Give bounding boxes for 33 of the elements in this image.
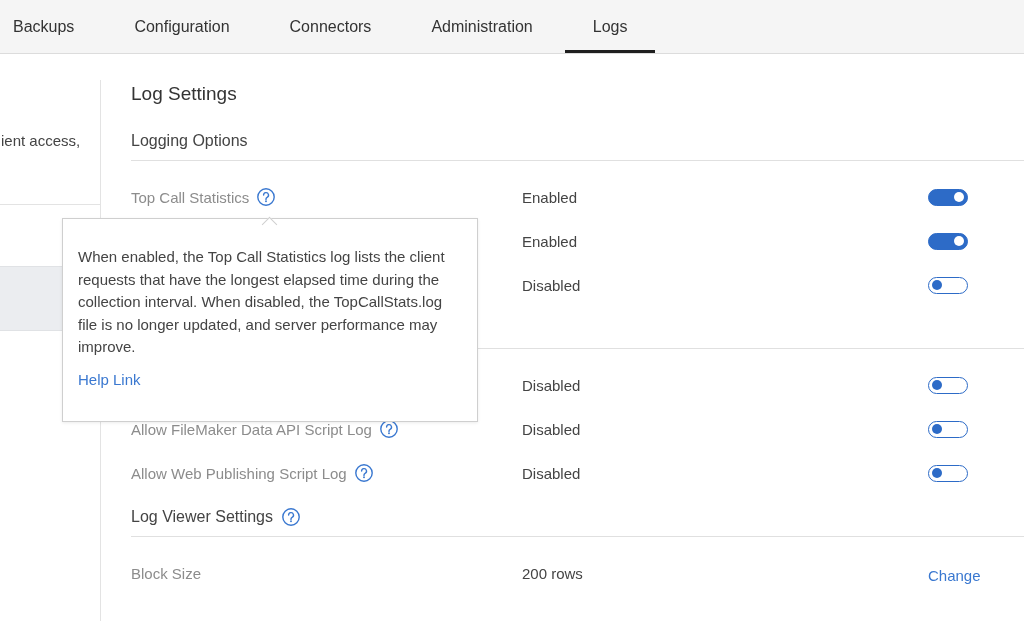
tab[interactable]: Logs [564, 0, 656, 53]
toggle-switch[interactable] [928, 232, 968, 250]
status-text: Disabled [522, 420, 581, 438]
section-heading: Log Viewer Settings [131, 507, 273, 526]
status-text: Disabled [522, 376, 581, 394]
toggle-switch[interactable] [928, 376, 968, 394]
help-icon[interactable] [379, 420, 398, 438]
section-heading: Logging Options [131, 131, 248, 150]
status-text: Enabled [522, 188, 578, 206]
help-icon[interactable] [354, 464, 373, 482]
page-title: Log Settings [131, 83, 237, 104]
setting-label: Allow FileMaker Data API Script Log [131, 420, 372, 438]
tooltip-text: When enabled, the Top Call Statistics log lists the client requests that have the longest elapsed time during the collection interval. When disabled, the TopCallStats.log file is no longer updated, and server performance may improve. [78, 247, 446, 357]
help-icon[interactable] [282, 507, 300, 526]
setting-label: Block Size [131, 564, 202, 582]
toggle-switch[interactable] [928, 420, 968, 438]
tab[interactable]: Administration [403, 0, 561, 53]
change-link[interactable]: Change [928, 567, 981, 584]
description-text: ient access, [0, 132, 81, 149]
status-text: Enabled [522, 232, 578, 250]
status-text: Disabled [522, 464, 581, 482]
setting-label: Allow Web Publishing Script Log [131, 464, 347, 482]
help-icon[interactable] [257, 188, 276, 206]
status-text: Disabled [522, 276, 581, 294]
toggle-switch[interactable] [928, 464, 968, 482]
toggle-switch[interactable] [928, 188, 968, 206]
setting-label: Top Call Statistics [131, 188, 250, 206]
status-text: 200 rows [522, 564, 583, 582]
tab[interactable]: Backups [0, 0, 103, 53]
tab[interactable]: Configuration [106, 0, 258, 53]
toggle-switch[interactable] [928, 276, 968, 294]
tab[interactable]: Connectors [261, 0, 400, 53]
help-link[interactable]: Help Link [78, 370, 141, 388]
